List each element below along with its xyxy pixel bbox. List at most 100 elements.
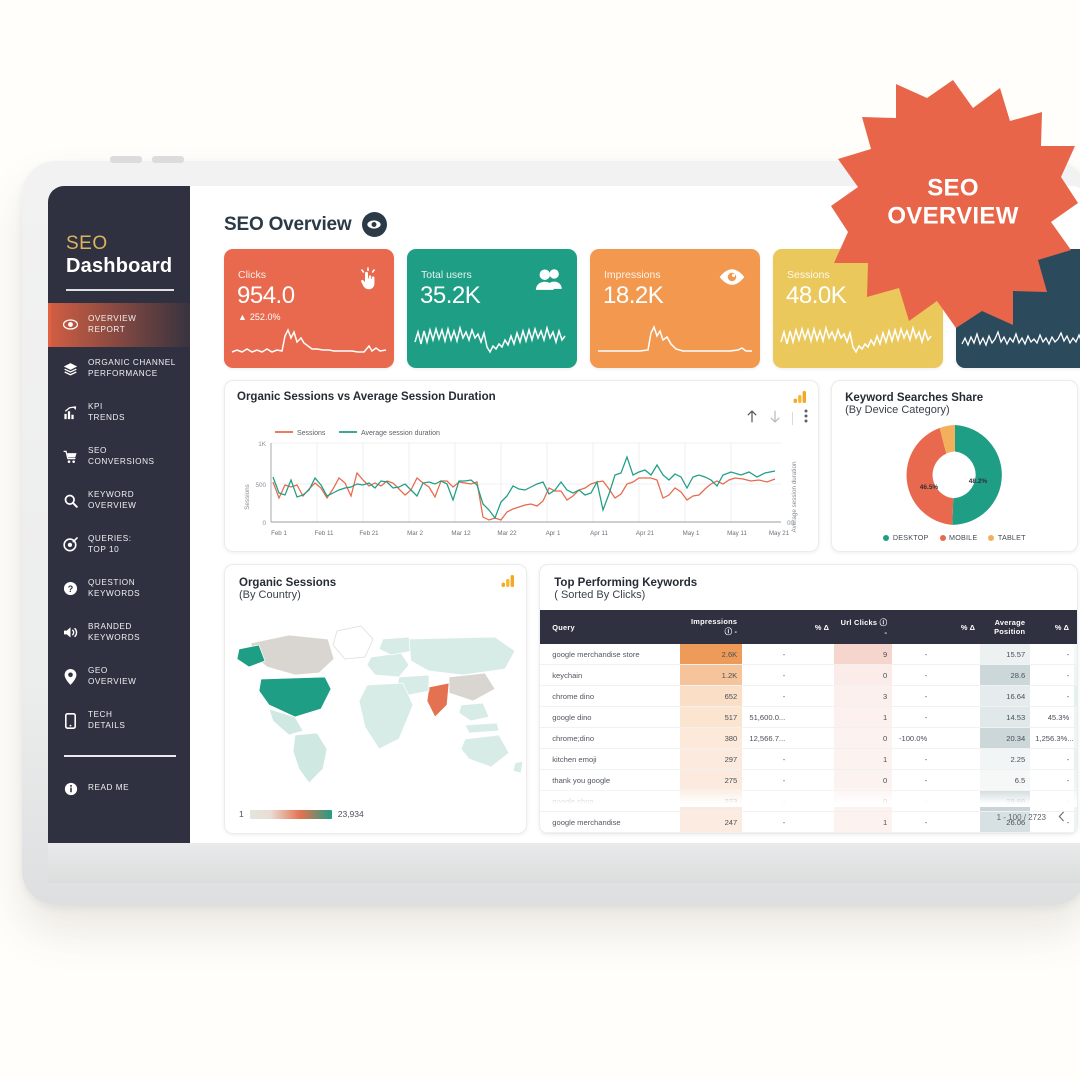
- svg-text:Apr 21: Apr 21: [636, 530, 655, 537]
- cell-impressions-prev: [742, 832, 791, 833]
- kpi-card-clicks[interactable]: Clicks 954.0 ▲ 252.0%: [224, 249, 394, 368]
- sidebar-item-branded-keywords[interactable]: BRANDED KEYWORDS: [48, 611, 190, 655]
- sidebar-item-organic-channel-performance[interactable]: ORGANIC CHANNEL PERFORMANCE: [48, 347, 190, 391]
- cell-impressions: [680, 832, 743, 833]
- svg-text:May 11: May 11: [727, 530, 747, 537]
- cell-position-delta: [1030, 832, 1075, 833]
- column-header-clicks-delta[interactable]: % Δ: [932, 610, 981, 644]
- table-row[interactable]: google dino 517 51,600.0... 1 - 14.53 45…: [540, 706, 1078, 728]
- kpi-card-impressions[interactable]: Impressions 18.2K: [590, 249, 760, 368]
- kpi-value: 954.0: [237, 282, 295, 309]
- svg-text:Mar 12: Mar 12: [451, 530, 471, 537]
- column-header-url-ctr[interactable]: URL CTR: [1074, 610, 1078, 644]
- cell-impressions-delta: [790, 832, 835, 833]
- donut-chart: 48.2% 46.5%: [832, 419, 1077, 531]
- kpi-label: Sessions: [787, 269, 830, 281]
- target-icon: [62, 537, 79, 552]
- table-row[interactable]: kitchen emoji 297 - 1 - 2.25 - 0.47%: [540, 748, 1078, 770]
- cell-query: kitchen emoji: [540, 748, 681, 770]
- svg-text:Sessions: Sessions: [297, 430, 326, 437]
- table-row-partial[interactable]: [540, 832, 1078, 833]
- header-sort: -: [734, 627, 738, 636]
- cell-clicks-delta: [932, 644, 981, 665]
- sidebar-item-tech-details[interactable]: TECH DETAILS: [48, 699, 190, 743]
- brand-divider: [66, 288, 174, 291]
- cell-position-delta: 1,256.3%...: [1030, 727, 1075, 749]
- table-row[interactable]: keychain 1.2K - 0 - 28.6 - 0%: [540, 664, 1078, 686]
- cell-impressions-delta: [790, 811, 835, 833]
- panel-title: Organic Sessions: [239, 577, 337, 589]
- kpi-label: Impressions: [604, 269, 661, 281]
- column-header-url-clicks[interactable]: Url Clicks ⓘ -: [834, 610, 893, 644]
- table-row[interactable]: chrome;dino 380 12,566.7... 0 -100.0% 20…: [540, 727, 1078, 749]
- column-header-average-position[interactable]: Average Position: [980, 610, 1031, 644]
- cell-query: google merchandise store: [540, 644, 681, 665]
- column-header-position-delta[interactable]: % Δ: [1030, 610, 1075, 644]
- cell-url-ctr: 0.07%: [1074, 644, 1078, 665]
- cell-average-position: 2.25: [980, 748, 1031, 770]
- svg-text:Feb 1: Feb 1: [271, 530, 287, 537]
- column-header-impressions[interactable]: Impressions ⓘ -: [680, 610, 743, 644]
- cell-clicks: 1: [834, 706, 893, 728]
- google-analytics-icon: [501, 574, 515, 593]
- cell-query: chrome dino: [540, 685, 681, 707]
- sidebar-item-overview-report[interactable]: OVERVIEW REPORT: [48, 302, 190, 347]
- sidebar-item-label: QUERIES: TOP 10: [88, 534, 132, 554]
- cell-clicks-delta: [932, 832, 981, 833]
- table-row[interactable]: google merchandise store 2.6K - 9 - 15.5…: [540, 644, 1078, 665]
- brand-seo: SEO: [66, 233, 108, 254]
- cell-url-ctr: 0%: [1074, 664, 1078, 686]
- badge-text: SEO OVERVIEW: [828, 175, 1078, 232]
- column-header-query[interactable]: Query: [540, 610, 681, 644]
- svg-text:0: 0: [262, 520, 266, 527]
- header-label: Impressions: [690, 617, 738, 626]
- legend-swatch: [883, 534, 890, 541]
- column-header-impressions-prev[interactable]: [742, 610, 791, 644]
- legend-min: 1: [239, 809, 244, 819]
- sidebar-item-keyword-overview[interactable]: KEYWORD OVERVIEW: [48, 479, 190, 523]
- svg-text:1K: 1K: [258, 441, 267, 448]
- sidebar-item-kpi-trends[interactable]: KPI TRENDS: [48, 391, 190, 435]
- sidebar-item-question-keywords[interactable]: ? QUESTION KEYWORDS: [48, 567, 190, 611]
- table-heading: Top Performing Keywords ( Sorted By Clic…: [540, 577, 1077, 601]
- legend-item-desktop: DESKTOP: [883, 533, 928, 542]
- cell-clicks: 9: [834, 644, 893, 665]
- kpi-card-total-users[interactable]: Total users 35.2K: [407, 249, 577, 368]
- table-row[interactable]: chrome dino 652 - 3 - 16.64 - 3.11%: [540, 685, 1078, 707]
- tablet-button-power: [152, 156, 184, 163]
- kpi-sparkline: [224, 316, 394, 362]
- sidebar-item-queries-top-10[interactable]: QUERIES: TOP 10: [48, 523, 190, 567]
- cell-clicks-prev: -: [892, 748, 933, 770]
- sidebar-item-read-me[interactable]: READ ME: [48, 767, 190, 811]
- cell-average-position: 20.34: [980, 727, 1031, 749]
- cell-impressions-delta: [790, 748, 835, 770]
- sidebar-item-label: TECH DETAILS: [88, 710, 126, 730]
- column-header-impressions-delta[interactable]: % Δ: [790, 610, 835, 644]
- mobile-device-icon: [62, 712, 79, 729]
- header-sort: -: [884, 628, 888, 637]
- tablet-button-volume: [110, 156, 142, 163]
- cell-average-position: 28.6: [980, 664, 1031, 686]
- svg-text:500: 500: [255, 482, 266, 489]
- column-header-clicks-prev[interactable]: [892, 610, 933, 644]
- cell-clicks-delta: [932, 685, 981, 707]
- cell-average-position: 14.53: [980, 706, 1031, 728]
- sidebar-item-seo-conversions[interactable]: SEO CONVERSIONS: [48, 435, 190, 479]
- sidebar-item-label: KEYWORD OVERVIEW: [88, 490, 137, 510]
- organic-sessions-map-panel: Organic Sessions (By Country) 1 23,934: [224, 564, 528, 834]
- cell-clicks: 0: [834, 727, 893, 749]
- svg-text:May 1: May 1: [683, 530, 700, 537]
- legend-max: 23,934: [337, 809, 364, 819]
- chevron-left-icon[interactable]: [1058, 811, 1065, 824]
- svg-text:46.5%: 46.5%: [919, 484, 938, 491]
- eye-icon: [361, 212, 387, 237]
- cell-clicks-prev: -: [892, 706, 933, 728]
- cell-position-delta: 45.3%: [1030, 706, 1075, 728]
- cell-clicks-prev: -: [892, 664, 933, 686]
- cell-impressions-prev: -: [742, 748, 791, 770]
- seo-overview-badge: SEO OVERVIEW: [828, 78, 1078, 328]
- cell-url-ctr: 0.35%: [1074, 706, 1078, 728]
- cell-position-delta: -: [1030, 664, 1075, 686]
- table-fade: [540, 787, 1077, 807]
- sidebar-item-geo-overview[interactable]: GEO OVERVIEW: [48, 655, 190, 699]
